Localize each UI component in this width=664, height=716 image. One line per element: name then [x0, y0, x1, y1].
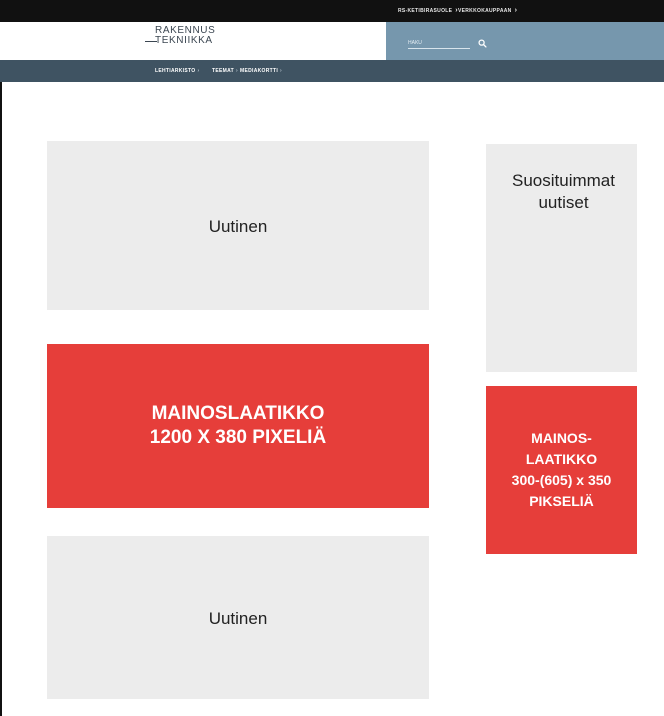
nav-item-lehtiarkisto[interactable]: LEHTIARKISTO › [155, 68, 199, 74]
popular-news-box[interactable]: Suosituimmat uutiset [486, 144, 637, 372]
chevron-right-icon: › [280, 68, 282, 74]
popular-news-title: Suosituimmat uutiset [512, 171, 615, 212]
chevron-right-icon: › [235, 68, 238, 74]
topbar-link-label: VERKKOKAUPPAAN [458, 8, 512, 14]
page-left-border [0, 0, 2, 716]
site-logo[interactable]: RAKENNUS TEKNIIKKA [145, 26, 225, 46]
logo-line-2: TEKNIIKKA [155, 35, 213, 46]
nav-item-label: LEHTIARKISTO [155, 68, 196, 74]
ad-box-sidebar[interactable]: MAINOS- LAATIKKO 300-(605) x 350 PIKSELI… [486, 386, 637, 554]
chevron-right-icon: › [197, 68, 200, 74]
main-navigation: LEHTIARKISTO › TEEMAT › MEDIAKORTTI › [0, 60, 664, 82]
logo-line-2-wrap: TEKNIIKKA [145, 36, 225, 46]
logo-dash [145, 41, 157, 42]
nav-item-label: TEEMAT [212, 68, 234, 74]
nav-item-label: MEDIAKORTTI [240, 68, 279, 74]
topbar-link-label: RS-KETIBIRASUOLE [398, 8, 453, 14]
news-placeholder-bottom[interactable]: Uutinen [47, 536, 429, 699]
top-utility-bar: RS-KETIBIRASUOLE › VERKKOKAUPPAAN › [0, 0, 664, 22]
nav-item-mediakortti[interactable]: MEDIAKORTTI › [240, 68, 282, 74]
topbar-link-shop[interactable]: VERKKOKAUPPAAN › [458, 7, 517, 14]
ad-box-sidebar-label: MAINOS- LAATIKKO 300-(605) x 350 PIKSELI… [511, 430, 612, 509]
search-icon[interactable] [478, 39, 487, 48]
news-placeholder-top[interactable]: Uutinen [47, 141, 429, 310]
news-label: Uutinen [208, 217, 268, 236]
search-input[interactable] [408, 38, 470, 49]
ad-box-wide[interactable]: MAINOSLAATIKKO 1200 X 380 PIXELIÄ [47, 344, 429, 508]
nav-item-teemat[interactable]: TEEMAT › [212, 68, 238, 74]
news-label: Uutinen [208, 609, 268, 628]
ad-box-wide-label: MAINOSLAATIKKO 1200 X 380 PIXELIÄ [149, 403, 327, 448]
topbar-link-subscriber[interactable]: RS-KETIBIRASUOLE › [398, 7, 458, 14]
chevron-right-icon: › [514, 7, 518, 14]
